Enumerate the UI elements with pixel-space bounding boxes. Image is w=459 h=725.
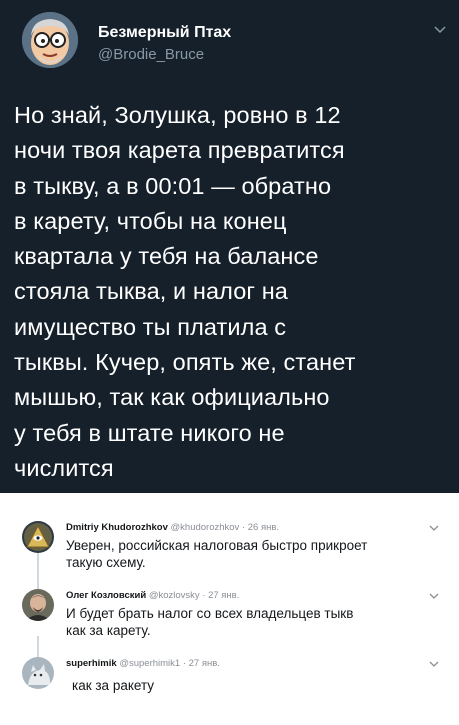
tweet-text-line: числится: [14, 454, 114, 481]
reply-date[interactable]: · 27 янв.: [183, 658, 220, 669]
reply-author-handle[interactable]: @superhimik1: [119, 658, 180, 669]
tweet-text-line: в карету, чтобы на конец: [14, 207, 287, 234]
person-photo-avatar-icon: [22, 589, 54, 621]
reply-text: И будет брать налог со всех владельцев т…: [66, 605, 353, 639]
pyramid-eye-avatar-icon: [22, 521, 54, 553]
tweet-text-line: квартала у тебя на балансе: [14, 243, 319, 270]
reply-text-line: как за карету.: [66, 623, 151, 638]
tweet-text-line: имущество ты платила с: [14, 313, 287, 340]
reply-text-line: Уверен, российская налоговая быстро прик…: [66, 538, 368, 553]
tweet-text-line: стояла тыква, и налог на: [14, 278, 288, 305]
chevron-down-icon[interactable]: [428, 522, 440, 534]
tweet-text-line: мышью, так как официально: [14, 384, 330, 411]
chevron-down-icon[interactable]: [432, 22, 448, 38]
reply-text-line: И будет брать налог со всех владельцев т…: [66, 606, 354, 621]
reply-author-handle[interactable]: @kozlovsky: [149, 590, 200, 601]
reply-date[interactable]: · 27 янв.: [202, 590, 239, 601]
author-name[interactable]: Безмерный Птах: [98, 24, 231, 42]
reply-thread: Dmitriy Khudorozhkov @khudorozhkov · 26 …: [0, 493, 459, 725]
cat-photo-avatar-icon: [22, 657, 54, 689]
main-tweet: Безмерный Птах @Brodie_Bruce Но знай, Зо…: [0, 0, 459, 493]
tweet-text-line: в тыкву, а в 00:01 — обратно: [14, 172, 332, 199]
reply-text-line: как за ракету: [72, 678, 155, 693]
reply-author-name[interactable]: superhimik: [66, 658, 117, 669]
chevron-down-icon[interactable]: [428, 590, 440, 602]
tweet-text-line: Но знай, Золушка, ровно в 12: [14, 102, 341, 128]
author-handle[interactable]: @Brodie_Bruce: [98, 46, 204, 63]
reply-author-name[interactable]: Dmitriy Khudorozhkov: [66, 522, 168, 533]
reply-avatar[interactable]: [22, 657, 54, 689]
reply-author-handle[interactable]: @khudorozhkov: [171, 522, 240, 533]
tweet-text: Но знай, Золушка, ровно в 12 ночи твоя к…: [14, 98, 454, 486]
reply-author-name[interactable]: Олег Козловский: [66, 590, 146, 601]
cartoon-face-avatar-icon: [22, 12, 78, 68]
reply-avatar[interactable]: [22, 589, 54, 621]
reply-text: Уверен, российская налоговая быстро прик…: [66, 537, 367, 571]
reply-date[interactable]: · 26 янв.: [242, 522, 279, 533]
reply-text: как за ракету: [72, 677, 154, 694]
tweet-text-line: ночи твоя карета превратится: [14, 137, 345, 164]
tweet-text-line: у тебя в штате никого не: [14, 419, 285, 446]
reply-text-line: такую схему.: [66, 555, 146, 570]
reply-avatar[interactable]: [22, 521, 54, 553]
tweet-text-line: тыквы. Кучер, опять же, станет: [14, 349, 356, 376]
chevron-down-icon[interactable]: [428, 658, 440, 670]
author-avatar[interactable]: [22, 12, 78, 68]
